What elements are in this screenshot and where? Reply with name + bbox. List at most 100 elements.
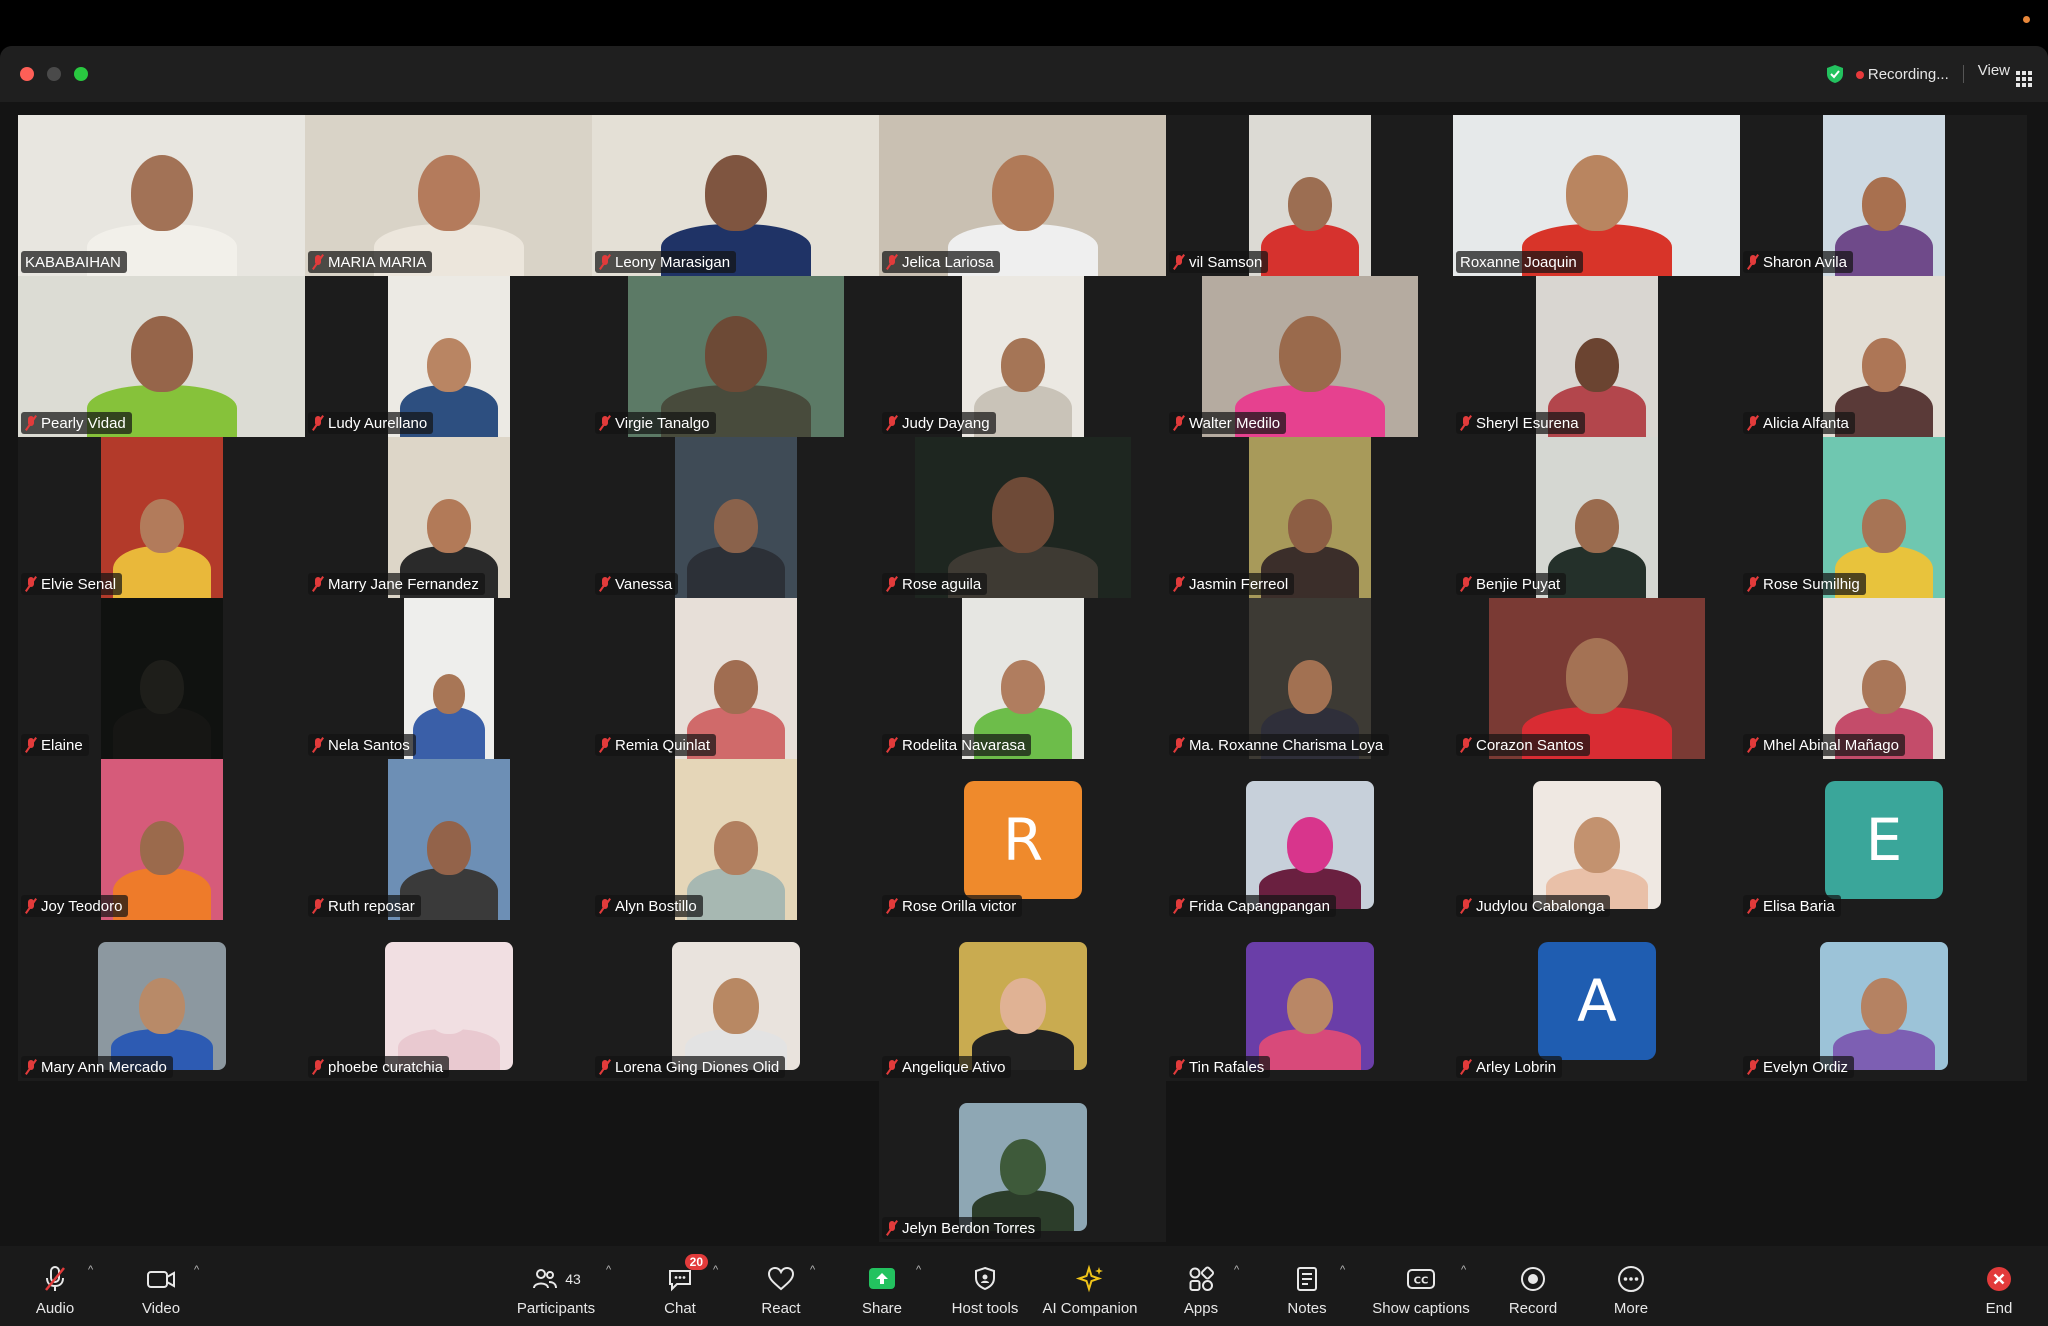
mic-muted-icon <box>1173 737 1185 753</box>
mic-muted-icon <box>886 415 898 431</box>
recording-indicator[interactable]: Recording... <box>1855 66 1949 83</box>
participant-tile[interactable]: Frida Capangpangan <box>1166 759 1453 920</box>
participant-name: Rodelita Navarasa <box>902 736 1026 754</box>
video-options-chevron-icon[interactable]: ^ <box>194 1264 199 1276</box>
mic-muted-icon <box>312 898 324 914</box>
participants-button[interactable]: 43 Participants <box>510 1246 602 1326</box>
participant-tile[interactable]: Jelica Lariosa <box>879 115 1166 276</box>
participant-tile[interactable]: Judylou Cabalonga <box>1453 759 1740 920</box>
participant-name-label: Ma. Roxanne Charisma Loya <box>1169 734 1390 756</box>
more-dots-icon <box>1616 1260 1646 1298</box>
participant-tile[interactable]: Mhel Abinal Mañago <box>1740 598 2027 759</box>
ai-companion-button[interactable]: AI Companion <box>1040 1246 1140 1326</box>
participant-tile[interactable]: Mary Ann Mercado <box>18 920 305 1081</box>
participant-tile[interactable]: Rodelita Navarasa <box>879 598 1166 759</box>
apps-options-chevron-icon[interactable]: ^ <box>1234 1264 1239 1276</box>
participant-tile[interactable]: Pearly Vidad <box>18 276 305 437</box>
react-button[interactable]: React <box>756 1246 806 1326</box>
share-button[interactable]: Share <box>857 1246 907 1326</box>
participant-tile[interactable]: Leony Marasigan <box>592 115 879 276</box>
participants-options-chevron-icon[interactable]: ^ <box>606 1264 611 1276</box>
notes-button[interactable]: Notes <box>1282 1246 1332 1326</box>
participant-tile[interactable]: Nela Santos <box>305 598 592 759</box>
person-face <box>705 316 767 392</box>
close-window-button[interactable] <box>20 67 34 81</box>
participant-name-label: Mary Ann Mercado <box>21 1056 173 1078</box>
participant-tile[interactable]: Virgie Tanalgo <box>592 276 879 437</box>
maximize-window-button[interactable] <box>74 67 88 81</box>
video-feed <box>101 598 223 759</box>
participant-tile[interactable]: Alyn Bostillo <box>592 759 879 920</box>
minimize-window-button[interactable] <box>47 67 61 81</box>
participant-tile[interactable]: Evelyn Ordiz <box>1740 920 2027 1081</box>
participant-tile[interactable]: Vanessa <box>592 437 879 598</box>
participant-tile[interactable]: Sheryl Esurena <box>1453 276 1740 437</box>
share-options-chevron-icon[interactable]: ^ <box>916 1264 921 1276</box>
participant-tile[interactable]: Jasmin Ferreol <box>1166 437 1453 598</box>
view-button[interactable]: View <box>1978 62 2032 87</box>
host-tools-button[interactable]: Host tools <box>945 1246 1025 1326</box>
participant-tile[interactable]: Remia Quinlat <box>592 598 879 759</box>
participant-name-label: KABABAIHAN <box>21 251 127 273</box>
gallery-grid-icon <box>2016 70 2032 87</box>
participant-tile[interactable]: Elvie Senal <box>18 437 305 598</box>
more-button[interactable]: More <box>1606 1246 1656 1326</box>
notes-label: Notes <box>1287 1300 1327 1317</box>
svg-text:CC: CC <box>1414 1276 1429 1287</box>
participant-tile[interactable]: Elaine <box>18 598 305 759</box>
participant-tile[interactable]: Corazon Santos <box>1453 598 1740 759</box>
participant-tile[interactable]: Marry Jane Fernandez <box>305 437 592 598</box>
person-face <box>999 1138 1047 1196</box>
participant-tile[interactable]: Ludy Aurellano <box>305 276 592 437</box>
person-face <box>427 338 471 392</box>
person-face <box>140 660 184 714</box>
participant-tile[interactable]: MARIA MARIA <box>305 115 592 276</box>
participant-name-label: Alicia Alfanta <box>1743 412 1855 434</box>
participant-tile[interactable]: Rose aguila <box>879 437 1166 598</box>
encryption-shield-icon[interactable] <box>1824 63 1846 85</box>
video-button[interactable]: Video <box>136 1246 186 1326</box>
participant-name-label: Sheryl Esurena <box>1456 412 1585 434</box>
participant-tile[interactable]: Benjie Puyat <box>1453 437 1740 598</box>
participant-tile[interactable]: Roxanne Joaquin <box>1453 115 1740 276</box>
audio-button[interactable]: Audio <box>30 1246 80 1326</box>
participant-tile[interactable]: Joy Teodoro <box>18 759 305 920</box>
mic-muted-icon <box>1173 1059 1185 1075</box>
participant-tile[interactable]: Alicia Alfanta <box>1740 276 2027 437</box>
mic-muted-icon <box>1460 415 1472 431</box>
end-label: End <box>1985 1300 2013 1317</box>
participant-tile[interactable]: Judy Dayang <box>879 276 1166 437</box>
person-face <box>1279 316 1341 392</box>
participant-tile[interactable]: Tin Rafales <box>1166 920 1453 1081</box>
participant-tile[interactable]: Rose Sumilhig <box>1740 437 2027 598</box>
participant-name: Nela Santos <box>328 736 410 754</box>
participant-tile[interactable]: R Rose Orilla victor <box>879 759 1166 920</box>
person-silhouette <box>1261 224 1359 276</box>
end-meeting-button[interactable]: End <box>1976 1246 2022 1326</box>
participant-tile[interactable]: Sharon Avila <box>1740 115 2027 276</box>
chat-button[interactable]: 20 Chat <box>655 1246 708 1326</box>
person-face <box>1566 638 1628 714</box>
audio-options-chevron-icon[interactable]: ^ <box>88 1264 93 1276</box>
participant-tile[interactable]: KABABAIHAN <box>18 115 305 276</box>
person-face <box>1001 338 1045 392</box>
react-options-chevron-icon[interactable]: ^ <box>810 1264 815 1276</box>
gallery-overflow <box>879 1081 1166 1084</box>
participant-tile[interactable]: Angelique Ativo <box>879 920 1166 1081</box>
notes-options-chevron-icon[interactable]: ^ <box>1340 1264 1345 1276</box>
participant-tile[interactable]: phoebe curatchia <box>305 920 592 1081</box>
captions-options-chevron-icon[interactable]: ^ <box>1461 1264 1466 1276</box>
participant-tile[interactable]: A Arley Lobrin <box>1453 920 1740 1081</box>
participant-tile[interactable]: Ruth reposar <box>305 759 592 920</box>
participant-tile[interactable]: Ma. Roxanne Charisma Loya <box>1166 598 1453 759</box>
record-button[interactable]: Record <box>1506 1246 1560 1326</box>
participant-tile[interactable]: E Elisa Baria <box>1740 759 2027 920</box>
show-captions-button[interactable]: CC Show captions <box>1370 1246 1472 1326</box>
participant-tile[interactable]: Jelyn Berdon Torres <box>879 1081 1166 1242</box>
person-face <box>704 155 767 231</box>
participant-tile[interactable]: Lorena Ging Diones Olid <box>592 920 879 1081</box>
chat-options-chevron-icon[interactable]: ^ <box>713 1264 718 1276</box>
participant-tile[interactable]: vil Samson <box>1166 115 1453 276</box>
participant-tile[interactable]: Walter Medilo <box>1166 276 1453 437</box>
apps-button[interactable]: Apps <box>1176 1246 1226 1326</box>
